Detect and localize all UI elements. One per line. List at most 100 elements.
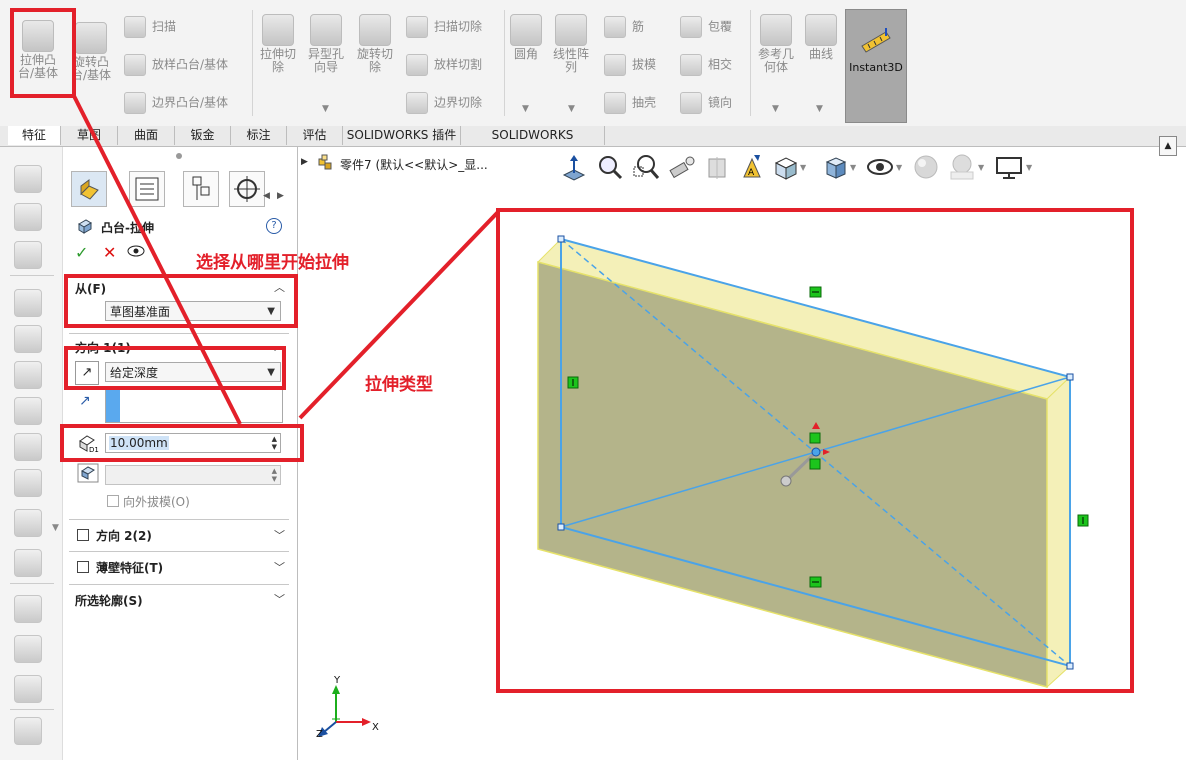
- curves-dropdown-icon[interactable]: ▼: [816, 104, 823, 114]
- expand-chevron-icon[interactable]: ﹀: [274, 559, 285, 575]
- hole-wizard-button[interactable]: 异型孔向导: [304, 14, 348, 74]
- tab-sheet-metal[interactable]: 钣金: [175, 126, 231, 145]
- flat-icon[interactable]: [14, 717, 42, 745]
- sweep-icon: [124, 16, 146, 38]
- target-icon[interactable]: [14, 675, 42, 703]
- boundary-boss-icon: [124, 92, 146, 114]
- strip-divider: [10, 709, 54, 710]
- fillet-button[interactable]: 圆角: [508, 14, 544, 61]
- mold-icon[interactable]: [14, 595, 42, 623]
- annotation-type-note: 拉伸类型: [365, 375, 433, 395]
- bracket-icon[interactable]: [14, 509, 42, 537]
- layers-icon[interactable]: [14, 433, 42, 461]
- fillet-dropdown-icon[interactable]: ▼: [522, 104, 529, 114]
- mirror-icon: [680, 92, 702, 114]
- revolve-icon[interactable]: [14, 203, 42, 231]
- direction2-checkbox[interactable]: [77, 529, 89, 541]
- strip-dropdown-icon[interactable]: ▼: [52, 523, 59, 533]
- curves-icon: [805, 14, 837, 46]
- cancel-x-icon[interactable]: ✕: [103, 243, 116, 262]
- sweep-cut-label: 扫描切除: [434, 19, 483, 34]
- tab-surfaces[interactable]: 曲面: [118, 126, 175, 145]
- reference-geometry-label: 参考几何体: [757, 47, 794, 74]
- axis-triad-icon: [318, 685, 371, 737]
- property-manager-tab-icon[interactable]: [129, 171, 165, 207]
- tab-scroll-right-icon[interactable]: ▶: [277, 191, 284, 201]
- wrap-button[interactable]: 包覆: [680, 16, 732, 38]
- tab-scroll-left-icon[interactable]: ◀: [263, 191, 270, 201]
- plane-icon[interactable]: [14, 325, 42, 353]
- stack-icon[interactable]: [14, 361, 42, 389]
- cut-icon[interactable]: [14, 289, 42, 317]
- draft-spinner-icon[interactable]: ▲ ▼: [272, 467, 277, 483]
- revolve-cut-button[interactable]: 旋转切除: [352, 14, 398, 74]
- draft-button[interactable]: 拔模: [604, 54, 656, 76]
- rib-button[interactable]: 筋: [604, 16, 644, 38]
- thin-feature-title: 薄壁特征(T): [96, 561, 164, 575]
- draft-outward-label: 向外拔模(O): [123, 495, 190, 509]
- loft-boss-button[interactable]: 放样凸台/基体: [124, 54, 228, 76]
- direction-selection-box[interactable]: [105, 389, 283, 423]
- help-icon[interactable]: ?: [266, 218, 282, 234]
- tab-sketch[interactable]: 草图: [61, 126, 118, 145]
- hole-wizard-label: 异型孔向导: [307, 47, 344, 74]
- instant3d-button[interactable]: Instant3D: [845, 9, 907, 123]
- tab-solidworks-inspection[interactable]: SOLIDWORKS Inspection: [461, 126, 605, 161]
- tab-evaluate[interactable]: 评估: [287, 126, 343, 145]
- shell-button[interactable]: 抽壳: [604, 92, 656, 114]
- tab-solidworks-addins[interactable]: SOLIDWORKS 插件: [343, 126, 461, 145]
- boundary-cut-icon: [406, 92, 428, 114]
- fillet-icon: [510, 14, 542, 46]
- draft-outward-checkbox[interactable]: [107, 495, 119, 507]
- ref-geometry-dropdown-icon[interactable]: ▼: [772, 104, 779, 114]
- linear-pattern-button[interactable]: 线性阵列: [548, 14, 594, 74]
- boundary-boss-button[interactable]: 边界凸台/基体: [124, 92, 228, 114]
- ok-check-icon[interactable]: ✓: [75, 243, 88, 262]
- extrude-icon[interactable]: [14, 165, 42, 193]
- annotation-box-depth: [60, 424, 304, 462]
- strip-divider: [10, 583, 54, 584]
- configuration-manager-tab-icon[interactable]: [183, 171, 219, 207]
- intersect-button[interactable]: 相交: [680, 54, 732, 76]
- annotation-box-preview: [496, 208, 1134, 693]
- thin-feature-checkbox[interactable]: [77, 561, 89, 573]
- expand-chevron-icon[interactable]: ﹀: [274, 527, 285, 543]
- hole-wizard-dropdown-icon[interactable]: ▼: [322, 104, 329, 114]
- pattern-dropdown-icon[interactable]: ▼: [568, 104, 575, 114]
- weld-icon[interactable]: [14, 549, 42, 577]
- mirror-button[interactable]: 镜向: [680, 92, 732, 114]
- sweep-cut-button[interactable]: 扫描切除: [406, 16, 482, 38]
- core-icon[interactable]: [14, 635, 42, 663]
- revolve-boss-label: 旋转凸台/基体: [70, 55, 112, 82]
- boss-icon[interactable]: [14, 241, 42, 269]
- sheet-icon[interactable]: [14, 469, 42, 497]
- annotation-box-from: [64, 274, 298, 328]
- sweep-button[interactable]: 扫描: [124, 16, 176, 38]
- draft-angle-input[interactable]: ▲ ▼: [105, 465, 281, 485]
- dimxpert-tab-icon[interactable]: [229, 171, 265, 207]
- intersect-icon: [680, 54, 702, 76]
- feature-manager-tab-icon[interactable]: [71, 171, 107, 207]
- selection-active-bar: [106, 390, 120, 422]
- expand-chevron-icon[interactable]: ﹀: [274, 591, 285, 607]
- wall-icon[interactable]: [14, 397, 42, 425]
- sweep-label: 扫描: [152, 19, 177, 34]
- draft-toggle-icon[interactable]: [77, 463, 99, 483]
- curves-button[interactable]: 曲线: [802, 14, 840, 61]
- intersect-label: 相交: [708, 57, 733, 72]
- preview-eye-icon[interactable]: [127, 245, 145, 257]
- panel-grip-icon[interactable]: [176, 153, 182, 159]
- reference-geometry-button[interactable]: 参考几何体: [754, 14, 798, 74]
- loft-cut-button[interactable]: 放样切割: [406, 54, 482, 76]
- curves-label: 曲线: [808, 47, 833, 61]
- revolve-cut-label: 旋转切除: [356, 47, 393, 74]
- tab-markup[interactable]: 标注: [231, 126, 287, 145]
- tab-features[interactable]: 特征: [8, 126, 61, 145]
- ribbon-divider: [252, 10, 253, 116]
- extrude-cut-icon: [262, 14, 294, 46]
- loft-boss-label: 放样凸台/基体: [152, 57, 229, 72]
- boundary-cut-button[interactable]: 边界切除: [406, 92, 482, 114]
- revolve-cut-icon: [359, 14, 391, 46]
- annotation-box-end-condition: [64, 346, 286, 390]
- extrude-cut-button[interactable]: 拉伸切除: [256, 14, 300, 74]
